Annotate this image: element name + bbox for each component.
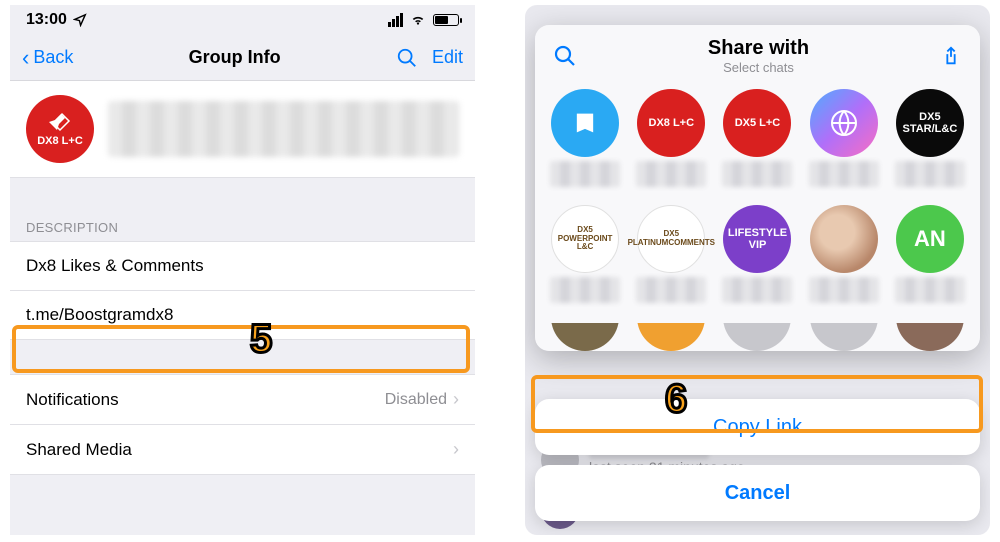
chevron-right-icon: › [453, 439, 459, 460]
chat-item[interactable]: DX8 L+C [631, 89, 711, 199]
chat-item[interactable]: LIFESTYLE VIP [717, 205, 797, 315]
wifi-icon [409, 13, 427, 27]
copy-link-label: Copy Link [713, 416, 802, 439]
group-avatar[interactable]: DX8 L+C [26, 95, 94, 163]
chat-label-redacted [809, 277, 879, 303]
chat-item[interactable] [804, 89, 884, 199]
avatar-label: DX8 L+C [37, 135, 83, 147]
back-button[interactable]: ‹ Back [22, 47, 73, 69]
share-sheet-screen: last seen 21 minutes ago Ryan Yoder Shar… [525, 5, 990, 535]
description-text: Dx8 Likes & Comments [26, 256, 204, 276]
share-sheet: Share with Select chats DX8 L+CDX5 L+CDX… [535, 25, 980, 351]
chat-avatar: LIFESTYLE VIP [723, 205, 791, 273]
chat-grid: DX8 L+C DX5 L+C DX5 STAR/L&C DX5 POWERPOINT… [543, 85, 972, 323]
status-time: 13:00 [26, 11, 67, 29]
group-name-redacted [108, 101, 459, 157]
chat-avatar [810, 89, 878, 157]
chat-label-redacted [636, 277, 706, 303]
chat-label-redacted [809, 161, 879, 187]
rocket-icon [48, 111, 72, 135]
chat-label-redacted [722, 277, 792, 303]
search-icon[interactable] [553, 44, 577, 68]
group-info-screen: 13:00 ‹ Back Group Info [10, 5, 475, 535]
chat-label-redacted [722, 161, 792, 187]
share-link-row[interactable]: t.me/Boostgramdx8 [10, 291, 475, 340]
notifications-label: Notifications [26, 390, 119, 410]
chat-avatar: DX5 POWERPOINT L&C [551, 205, 619, 273]
shared-media-row[interactable]: Shared Media › [10, 425, 475, 475]
chat-label-redacted [895, 277, 965, 303]
chat-grid-row3 [543, 323, 972, 351]
copy-link-button[interactable]: Copy Link [535, 399, 980, 455]
back-label: Back [33, 47, 73, 68]
notifications-value: Disabled [385, 391, 447, 409]
chat-item[interactable]: DX5 L+C [717, 89, 797, 199]
share-icon[interactable] [940, 44, 962, 68]
navigation-bar: ‹ Back Group Info Edit [10, 35, 475, 81]
chat-avatar: DX5 PLATINUMCOMMENTS [637, 205, 705, 273]
cancel-label: Cancel [725, 482, 791, 505]
chevron-right-icon: › [453, 389, 459, 410]
chat-item[interactable]: DX5 STAR/L&C [890, 89, 970, 199]
chat-item[interactable]: DX5 PLATINUMCOMMENTS [631, 205, 711, 315]
chat-avatar [810, 205, 878, 273]
edit-button[interactable]: Edit [432, 47, 463, 68]
search-icon[interactable] [396, 47, 418, 69]
chat-item[interactable]: DX5 POWERPOINT L&C [545, 205, 625, 315]
chat-avatar: AN [896, 205, 964, 273]
battery-icon [433, 14, 459, 26]
shared-media-label: Shared Media [26, 440, 132, 460]
location-icon [73, 13, 87, 27]
chat-avatar: DX5 L+C [723, 89, 791, 157]
status-bar: 13:00 [10, 5, 475, 35]
description-section-label: DESCRIPTION [10, 212, 475, 241]
group-header: DX8 L+C [10, 81, 475, 178]
chat-avatar: DX8 L+C [637, 89, 705, 157]
chat-item[interactable] [545, 89, 625, 199]
share-title: Share with [708, 37, 809, 60]
chat-avatar [551, 89, 619, 157]
signal-icon [388, 13, 403, 27]
cancel-button[interactable]: Cancel [535, 465, 980, 521]
page-title: Group Info [189, 47, 281, 68]
chat-item[interactable] [804, 205, 884, 315]
share-subtitle: Select chats [708, 60, 809, 75]
chat-label-redacted [636, 161, 706, 187]
notifications-row[interactable]: Notifications Disabled › [10, 374, 475, 425]
chat-item[interactable]: AN [890, 205, 970, 315]
chat-label-redacted [550, 277, 620, 303]
chat-label-redacted [550, 161, 620, 187]
chevron-left-icon: ‹ [22, 47, 29, 69]
chat-avatar: DX5 STAR/L&C [896, 89, 964, 157]
description-row: Dx8 Likes & Comments [10, 241, 475, 291]
share-link-text: t.me/Boostgramdx8 [26, 305, 173, 325]
chat-label-redacted [895, 161, 965, 187]
